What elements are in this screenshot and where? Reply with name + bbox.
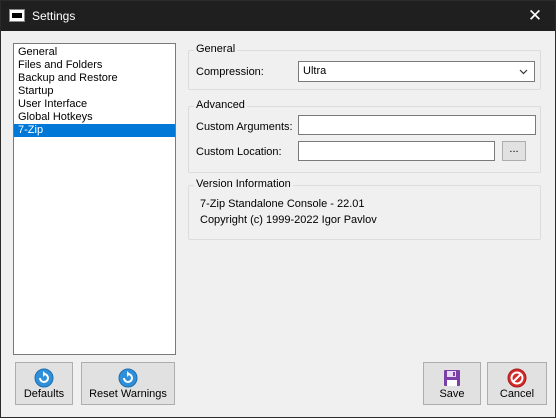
sidebar-item-files-and-folders[interactable]: Files and Folders bbox=[14, 59, 175, 72]
floppy-disk-icon bbox=[444, 370, 460, 386]
advanced-group: Advanced Custom Arguments: Custom Locati… bbox=[188, 99, 541, 173]
custom-arguments-input[interactable] bbox=[298, 115, 536, 135]
sidebar-item-global-hotkeys[interactable]: Global Hotkeys bbox=[14, 111, 175, 124]
reset-warnings-button-label: Reset Warnings bbox=[89, 388, 167, 400]
browse-location-button[interactable]: ... bbox=[502, 141, 526, 161]
refresh-icon bbox=[34, 368, 54, 388]
close-button[interactable]: ✕ bbox=[515, 1, 555, 31]
defaults-button-label: Defaults bbox=[23, 388, 65, 400]
version-info-group: Version Information 7-Zip Standalone Con… bbox=[188, 178, 541, 240]
app-icon bbox=[9, 9, 25, 22]
reset-warnings-button[interactable]: Reset Warnings bbox=[81, 362, 175, 405]
sidebar-item-general[interactable]: General bbox=[14, 46, 175, 59]
version-text: 7-Zip Standalone Console - 22.01 bbox=[200, 198, 365, 210]
version-info-group-title: Version Information bbox=[194, 178, 293, 190]
title-bar[interactable]: Settings ✕ bbox=[1, 1, 555, 31]
compression-label: Compression: bbox=[196, 66, 264, 78]
compression-select[interactable]: Ultra bbox=[298, 61, 535, 82]
settings-window: Settings ✕ General Files and Folders Backu… bbox=[0, 0, 556, 418]
cancel-button[interactable]: Cancel bbox=[487, 362, 547, 405]
refresh-icon bbox=[118, 368, 138, 388]
save-button-label: Save bbox=[439, 388, 465, 400]
cancel-button-label: Cancel bbox=[499, 388, 535, 400]
sidebar-item-user-interface[interactable]: User Interface bbox=[14, 98, 175, 111]
sidebar-item-7-zip[interactable]: 7-Zip bbox=[14, 124, 175, 137]
custom-location-label: Custom Location: bbox=[196, 146, 282, 158]
sidebar-item-startup[interactable]: Startup bbox=[14, 85, 175, 98]
window-title: Settings bbox=[32, 9, 76, 23]
compression-select-value: Ultra bbox=[303, 65, 327, 77]
chevron-down-icon bbox=[519, 69, 528, 75]
general-group: General Compression: Ultra bbox=[188, 43, 541, 90]
advanced-group-title: Advanced bbox=[194, 99, 247, 111]
copyright-text: Copyright (c) 1999-2022 Igor Pavlov bbox=[200, 214, 377, 226]
save-button[interactable]: Save bbox=[423, 362, 481, 405]
sidebar-item-backup-and-restore[interactable]: Backup and Restore bbox=[14, 72, 175, 85]
settings-category-list[interactable]: General Files and Folders Backup and Resto… bbox=[13, 43, 176, 355]
close-icon: ✕ bbox=[527, 6, 543, 25]
defaults-button[interactable]: Defaults bbox=[15, 362, 73, 405]
custom-arguments-label: Custom Arguments: bbox=[196, 121, 293, 133]
cancel-icon bbox=[507, 368, 527, 388]
general-group-title: General bbox=[194, 43, 238, 55]
custom-location-input[interactable] bbox=[298, 141, 495, 161]
